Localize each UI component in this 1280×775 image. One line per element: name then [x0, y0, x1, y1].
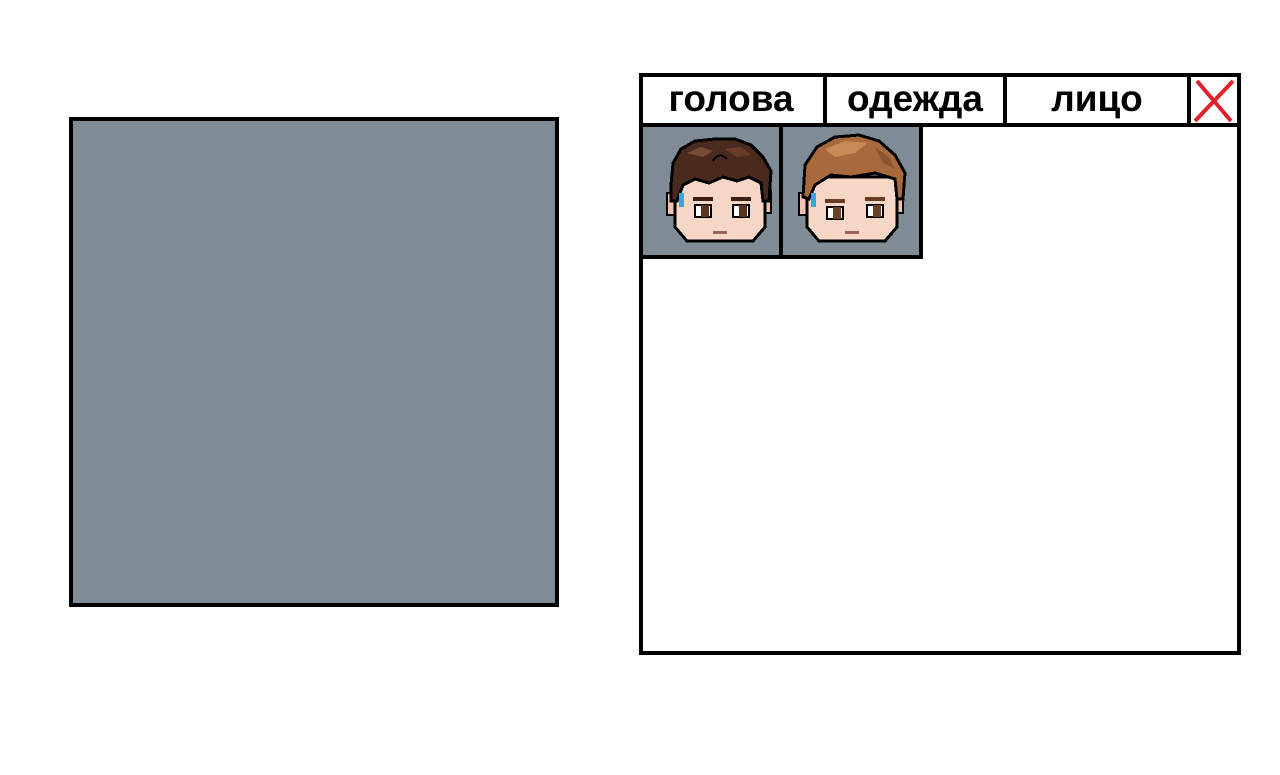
- close-button[interactable]: [1187, 77, 1237, 123]
- tab-bar: голова одежда лицо: [643, 77, 1237, 127]
- grid-item-light-brown-hair[interactable]: [783, 127, 923, 259]
- tab-clothes[interactable]: одежда: [823, 77, 1003, 123]
- close-x-icon: [1193, 79, 1235, 123]
- grid-item-dark-hair[interactable]: [643, 127, 783, 259]
- light-brown-hair-head-icon: [798, 133, 907, 243]
- tab-face[interactable]: лицо: [1003, 77, 1187, 123]
- dark-hair-head-icon: [666, 137, 773, 243]
- tab-face-label: лицо: [1051, 77, 1143, 119]
- tab-clothes-label: одежда: [847, 77, 983, 119]
- tab-head-label: голова: [668, 77, 794, 119]
- character-preview: [69, 117, 559, 607]
- customization-panel: голова одежда лицо: [639, 73, 1241, 655]
- tab-head[interactable]: голова: [643, 77, 819, 123]
